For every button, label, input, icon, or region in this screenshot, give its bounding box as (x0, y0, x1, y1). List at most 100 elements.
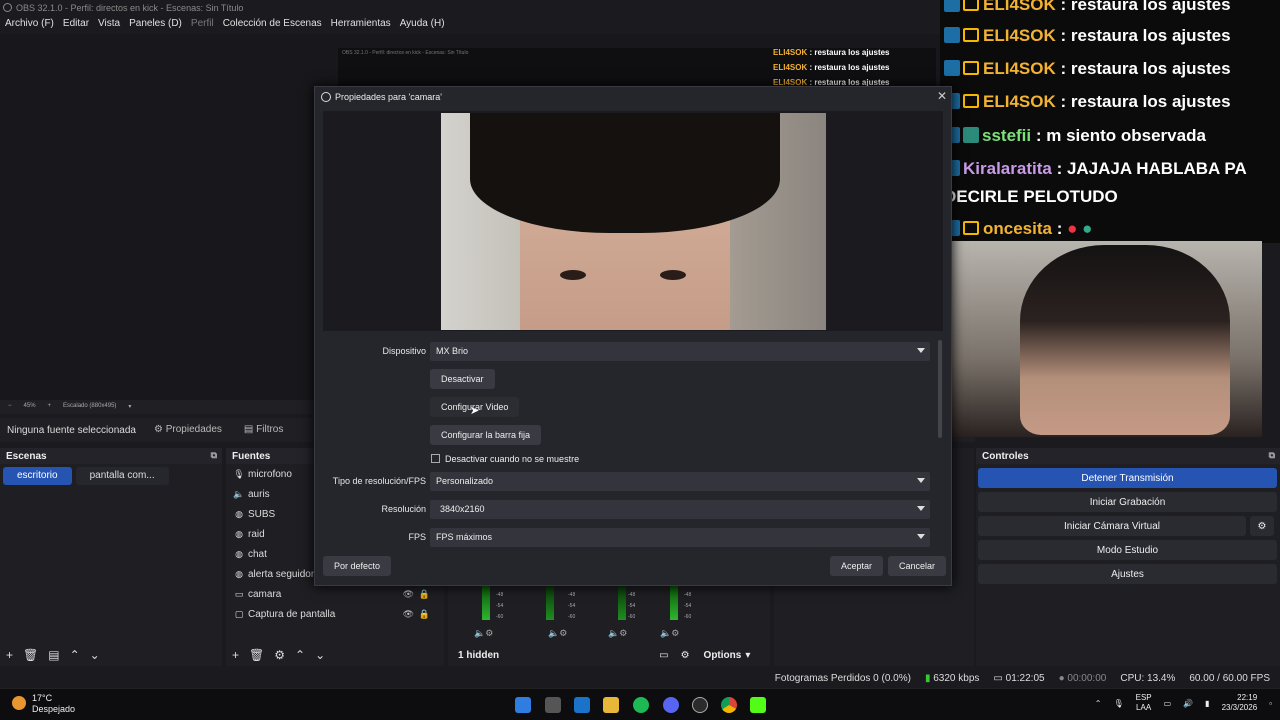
task-view-icon[interactable] (545, 697, 561, 713)
camera-icon: ▭ (234, 588, 244, 599)
discord-icon[interactable] (663, 697, 679, 713)
volume-meter (618, 586, 626, 620)
trash-icon[interactable]: 🗑 (249, 648, 264, 662)
meter-label: -60 (568, 614, 576, 620)
down-icon[interactable]: ⌄ (90, 648, 100, 662)
obs-logo-icon (3, 3, 12, 12)
crown-icon (963, 28, 979, 42)
chevron-down-icon[interactable]: ▾ (745, 650, 750, 661)
lock-icon[interactable]: 🔒 (419, 609, 430, 620)
defaults-button[interactable]: Por defecto (323, 556, 392, 576)
link-icon[interactable]: ⚙ (681, 650, 690, 661)
down-icon[interactable]: ⌄ (315, 648, 325, 662)
device-dropdown[interactable]: MX Brio (430, 342, 930, 361)
kick-icon[interactable] (750, 697, 766, 713)
lock-icon[interactable]: 🔒 (419, 589, 430, 600)
eye-icon[interactable]: 👁 (403, 609, 414, 620)
cancel-button[interactable]: Cancelar (888, 556, 947, 576)
trash-icon[interactable]: 🗑 (23, 648, 38, 662)
properties-button[interactable]: ⚙ Propiedades (146, 420, 230, 440)
res-type-dropdown[interactable]: Personalizado (430, 472, 930, 491)
volume-icon[interactable]: 🔊 (1183, 699, 1193, 708)
up-icon[interactable]: ⌃ (295, 648, 305, 662)
undock-icon[interactable]: ⧉ (1269, 450, 1275, 461)
menu-coleccion[interactable]: Colección de Escenas (223, 16, 327, 33)
up-icon[interactable]: ⌃ (70, 648, 80, 662)
menu-herramientas[interactable]: Herramientas (331, 16, 396, 33)
deactivate-checkbox[interactable]: Desactivar cuando no se muestre (431, 454, 579, 464)
resolution-dropdown[interactable]: 3840x2160 (430, 500, 930, 519)
network-icon[interactable]: ▭ (1164, 699, 1172, 708)
chat-line: Kiralaratita : JAJAJA HABLABA PA (944, 158, 1247, 180)
menu-ayuda[interactable]: Ayuda (H) (400, 16, 450, 33)
spotify-icon[interactable] (633, 697, 649, 713)
gear-icon[interactable]: ⚙ (274, 648, 285, 662)
fps-dropdown[interactable]: FPS máximos (430, 528, 930, 547)
meter-label: -54 (568, 603, 576, 609)
stream-icon: ▭ (993, 672, 1003, 684)
eye-icon[interactable]: 👁 (403, 589, 414, 600)
deactivate-button[interactable]: Desactivar (430, 369, 495, 389)
mini-chat-line: ELI4SOK : restaura los ajustes (773, 63, 890, 72)
outlook-icon[interactable] (574, 697, 590, 713)
scene-escritorio[interactable]: escritorio (3, 467, 72, 485)
window-title: OBS 32.1.0 - Perfil: directos en kick - … (16, 3, 244, 13)
zoom-in-button[interactable]: + (48, 403, 52, 411)
configure-bar-button[interactable]: Configurar la barra fija (430, 425, 542, 445)
arrow-badge-icon (944, 60, 960, 76)
menu-vista[interactable]: Vista (98, 16, 125, 33)
notification-icon[interactable]: ▫ (1269, 699, 1272, 708)
chevron-down-icon[interactable]: ▾ (128, 403, 131, 411)
no-source-label: Ninguna fuente seleccionada (7, 424, 136, 436)
controls-dock: Controles ⧉ Detener Transmisión Iniciar G… (976, 448, 1280, 666)
accept-button[interactable]: Aceptar (830, 556, 884, 576)
speaker-icon[interactable]: 🔈⚙ (474, 628, 493, 639)
stop-stream-button[interactable]: Detener Transmisión (978, 468, 1277, 488)
folder-icon[interactable] (603, 697, 619, 713)
add-icon[interactable]: + (6, 648, 13, 662)
hidden-count[interactable]: 1 hidden (458, 650, 499, 661)
close-icon[interactable]: ✕ (937, 89, 947, 103)
globe-icon: ◍ (235, 568, 243, 579)
menu-archivo[interactable]: Archivo (F) (5, 16, 59, 33)
volume-meter (546, 586, 554, 620)
speaker-icon[interactable]: 🔈⚙ (608, 628, 627, 639)
add-icon[interactable]: + (232, 648, 239, 662)
speaker-icon[interactable]: 🔈⚙ (548, 628, 567, 639)
speaker-icon[interactable]: 🔈⚙ (660, 628, 679, 639)
language-indicator[interactable]: ESP LAA (1136, 693, 1152, 713)
source-item[interactable]: ▢ Captura de pantalla 👁 🔒 (226, 604, 444, 624)
weather-widget[interactable]: 17°C Despejado (12, 693, 75, 715)
scene-pantalla[interactable]: pantalla com... (75, 467, 169, 485)
layout-icon[interactable]: ▭ (659, 650, 668, 661)
zoom-level: 45% (23, 403, 36, 409)
options-button[interactable]: Options (704, 650, 742, 661)
dialog-scrollbar[interactable] (938, 340, 942, 438)
filters-button[interactable]: ▤ Filtros (236, 420, 291, 440)
mic-icon[interactable]: 🎙 (1113, 699, 1123, 708)
undock-icon[interactable]: ⧉ (211, 450, 217, 461)
settings-button[interactable]: Ajustes (978, 564, 1277, 584)
studio-mode-button[interactable]: Modo Estudio (978, 540, 1277, 560)
virtual-camera-button[interactable]: Iniciar Cámara Virtual (978, 516, 1246, 536)
chevron-up-icon[interactable]: ⌃ (1095, 699, 1102, 708)
zoom-out-button[interactable]: − (8, 403, 12, 411)
filter-icon[interactable]: ▤ (48, 648, 59, 662)
chat-line-continuation: DECIRLE PELOTUDO (944, 187, 1118, 206)
menu-editar[interactable]: Editar (63, 16, 94, 33)
windows-start-icon[interactable] (515, 697, 531, 713)
gear-icon[interactable]: ⚙ (1250, 516, 1274, 536)
mini-chat-line: ELI4SOK : restaura los ajustes (773, 48, 890, 57)
start-recording-button[interactable]: Iniciar Grabación (978, 492, 1277, 512)
battery-icon[interactable]: ▮ (1205, 699, 1209, 708)
system-tray: ⌃ 🎙 ESP LAA ▭ 🔊 ▮ 22:19 23/3/2026 ▫ (1095, 693, 1272, 713)
menu-perfil[interactable]: Perfil (191, 16, 219, 33)
scenes-dock: Escenas ⧉ escritorio pantalla com... + 🗑 … (0, 448, 222, 666)
obs-icon[interactable] (692, 697, 708, 713)
weather-sun-icon (12, 696, 26, 710)
menu-paneles[interactable]: Paneles (D) (129, 16, 187, 33)
crown-icon (963, 61, 979, 75)
source-item[interactable]: ▭ camara 👁 🔒 (226, 584, 444, 604)
clock[interactable]: 22:19 23/3/2026 (1222, 693, 1258, 713)
chrome-icon[interactable] (721, 697, 737, 713)
